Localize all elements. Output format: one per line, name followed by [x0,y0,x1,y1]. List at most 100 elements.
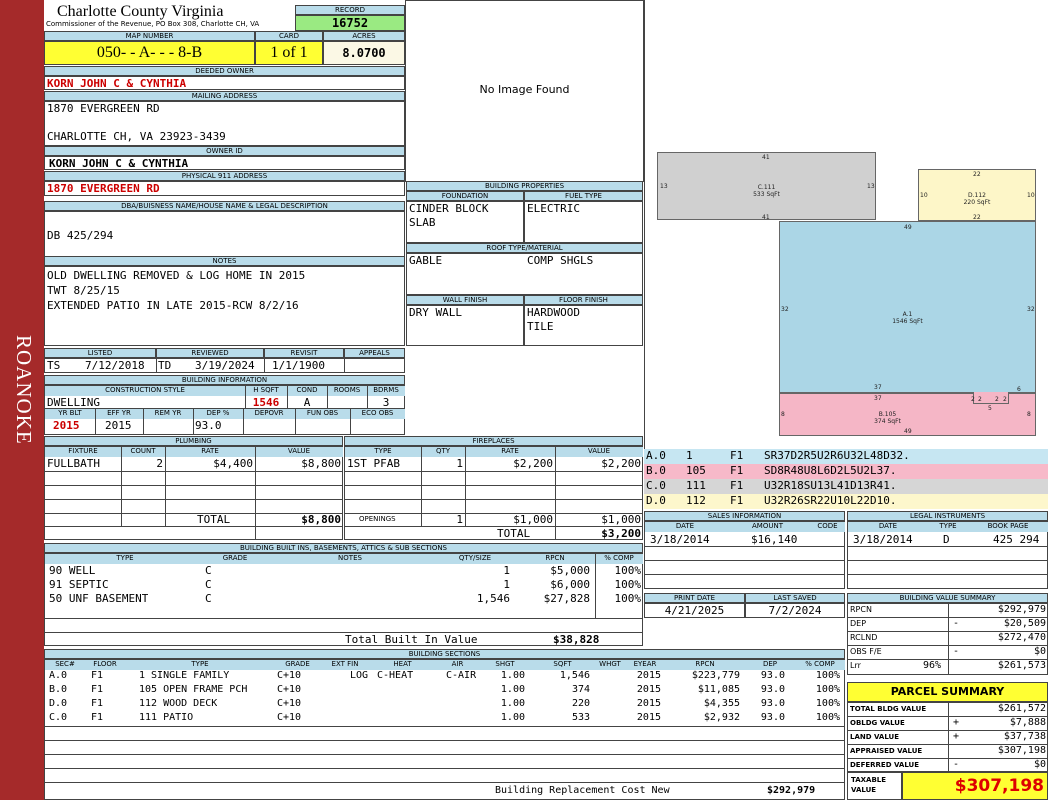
physical-address-box: 1870 EVERGREEN RD [44,181,405,196]
revisit-label: REVISIT [264,348,344,358]
builtin-comp: 100% [614,592,642,605]
sketch-dim: 8 [781,411,785,418]
sketch-dim: 2 [995,396,999,403]
fireplace-head: QTY [421,447,465,457]
sections-label: BUILDING SECTIONS [44,649,845,659]
sections-head: SQFT [530,660,595,670]
sketch-code-row: A.0 1 F1 SR37D2R5U2R6U32L48D32. [644,449,1048,464]
bi-head: BDRMS [367,386,405,396]
sketch-sqft: 220 SqFt [963,199,991,206]
bvs-value: $0 [1033,646,1046,657]
fireplace-head: TYPE [345,447,421,457]
appeals-label: APPEALS [344,348,405,358]
sections-head: DEP [745,660,795,670]
notes-line: TWT 8/25/15 [47,284,120,297]
sec-id: A.0 [49,670,68,681]
notes-label: NOTES [44,256,405,266]
fireplace-rate: $2,200 [513,457,553,470]
taxable-value-label: TAXABLE VALUE [851,776,887,794]
plumbing-head: VALUE [255,447,343,457]
bvs-value: $261,573 [997,660,1046,671]
parcel-row-label: TOTAL BLDG VALUE [850,705,927,713]
sketch-dim: 10 [1027,192,1035,199]
builtin-type: 91 SEPTIC [49,578,109,591]
sketch-dim: 41 [762,154,770,161]
sketch-code-num: 105 [686,464,706,477]
sections-table: SEC# FLOOR TYPE GRADE EXT FIN HEAT AIR S… [44,659,845,800]
foundation-box: CINDER BLOCK SLAB [406,201,524,243]
photo-area: No Image Found [405,0,644,182]
sketch-dim: 13 [867,183,875,190]
physical-address-value: 1870 EVERGREEN RD [47,182,160,195]
bldg-replacement-label: Building Replacement Cost New [495,785,670,796]
mailing-line1: 1870 EVERGREEN RD [47,102,160,115]
sec-comp: 100% [815,698,840,709]
fireplaces-table: TYPE QTY RATE VALUE 1ST PFAB 1 $2,200 $2… [344,446,643,540]
section-row: C.0 F1 111 PATIO C+10 1.00 533 2015 $2,932 93.0 1… [45,712,844,726]
wall-finish-value: DRY WALL [406,305,524,346]
sketch-code-row: C.0 111 F1 U32R18SU13L41D13R41. [644,479,1048,494]
depreciation: 93.0 [195,419,222,432]
builtin-grade: C [205,592,212,605]
sketch-area-c: C.111 533 SqFt [657,152,876,220]
fireplace-total: $3,200 [601,527,641,540]
card-value: 1 of 1 [255,41,323,65]
legal-book-page: 425 294 [993,533,1040,546]
sketch-dim: 5 [988,405,992,412]
notes-box: OLD DWELLING REMOVED & LOG HOME IN 2015 … [44,266,405,346]
floor-finish-value: TILE [527,320,554,333]
owner-id-value: KORN JOHN C & CYNTHIA [44,156,405,170]
bi-head: EFF YR [95,409,143,419]
map-number-value: 050- - A- - - 8-B [44,41,255,65]
sec-shgt: 1.00 [500,670,525,681]
sketch-sqft: 374 SqFt [874,418,901,425]
bvs-pct: 96% [923,660,942,671]
fireplace-head: VALUE [555,447,643,457]
builtin-comp: 100% [614,578,642,591]
print-date-label: PRINT DATE [644,593,745,603]
sec-eyear: 2015 [636,684,661,695]
sketch-dim: 41 [762,214,770,221]
openings-qty: 1 [456,513,463,526]
notes-line: OLD DWELLING REMOVED & LOG HOME IN 2015 [47,269,306,282]
bldg-replacement-total: $292,979 [767,785,816,796]
sketch-code-floor: F1 [730,449,744,462]
photo-placeholder: No Image Found [479,83,570,96]
legal-date: 3/18/2014 [853,533,913,546]
sketch-dim: 37 [874,384,882,391]
sec-dep: 93.0 [760,670,785,681]
parcel-value: $37,738 [1003,731,1046,742]
sec-id: C.0 [49,712,68,723]
sec-type: 105 OPEN FRAME PCH [139,684,248,695]
fuel-type-value: ELECTRIC [524,201,643,243]
sec-comp: 100% [815,684,840,695]
sections-head: EYEAR [625,660,665,670]
sketch-dim: 2 [1003,396,1007,403]
listed-label: LISTED [44,348,156,358]
openings-value: $1,000 [601,513,641,526]
bi-head: DEP % [193,409,243,419]
print-date-value: 4/21/2025 [644,603,745,618]
sec-shgt: 1.00 [500,698,525,709]
fireplaces-label: FIREPLACES [344,436,643,446]
sections-head: AIR [435,660,480,670]
floor-finish-value: HARDWOOD [527,306,580,319]
legal-head: DATE [848,522,928,532]
year-built: 2015 [53,419,80,432]
plumbing-label: PLUMBING [44,436,343,446]
bvs-row-label: OBS F/E [850,647,882,656]
sec-dep: 93.0 [760,698,785,709]
deeded-owner-label: DEEDED OWNER [44,66,405,76]
sections-head: HEAT [370,660,435,670]
sections-head: EXT FIN [320,660,370,670]
sketch-dim: 49 [904,224,912,231]
builtins-head: TYPE [45,554,205,564]
sections-head: RPCN [665,660,745,670]
plumbing-count: 2 [156,457,163,470]
builtin-comp: 100% [614,564,642,577]
deeded-owner-box: KORN JOHN C & CYNTHIA [44,76,405,90]
bi-head: COND [287,386,327,396]
commissioner-address: Commissioner of the Revenue, PO Box 308,… [46,20,260,28]
bi-head: H SQFT [245,386,287,396]
parcel-value: $0 [1033,759,1046,770]
